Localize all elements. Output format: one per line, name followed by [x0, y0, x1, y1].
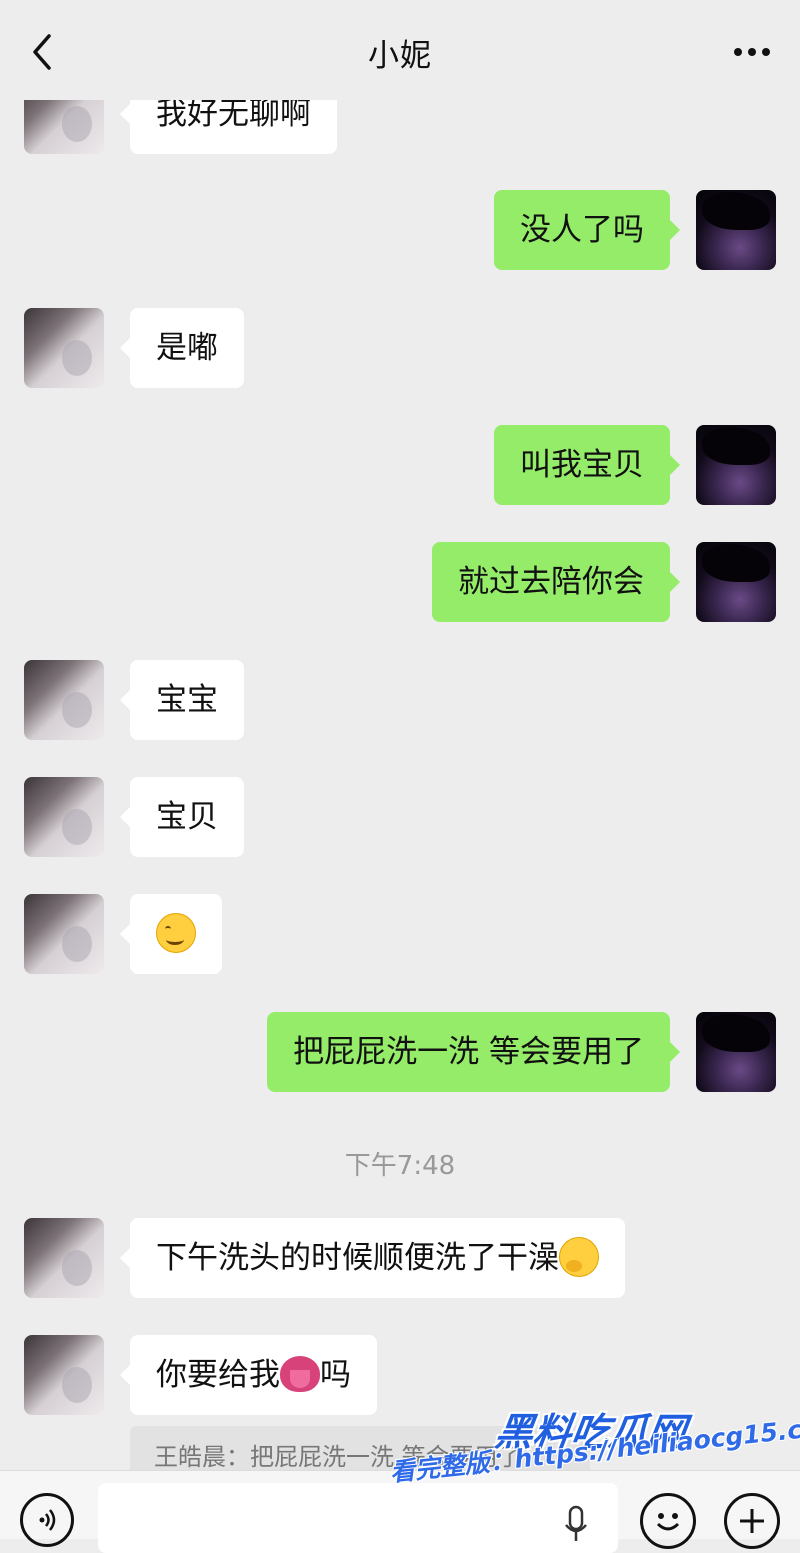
message-text: 就过去陪你会 — [458, 564, 644, 600]
message-bubble-incoming[interactable] — [120, 894, 222, 974]
message-bubble-outgoing[interactable]: 就过去陪你会 — [432, 542, 680, 622]
message-text: 宝贝 — [156, 799, 218, 835]
message-bubble-outgoing[interactable]: 没人了吗 — [494, 190, 680, 270]
message-bubble-outgoing[interactable]: 叫我宝贝 — [494, 425, 680, 505]
contact-avatar[interactable] — [24, 777, 104, 857]
message-text: 我好无聊啊 — [156, 96, 311, 132]
my-avatar[interactable] — [696, 190, 776, 270]
contact-avatar[interactable] — [24, 1218, 104, 1298]
message-text-suffix: 吗 — [320, 1357, 351, 1393]
plus-button[interactable] — [724, 1493, 780, 1549]
voice-button[interactable] — [20, 1493, 74, 1547]
tongue-emoji-icon — [280, 1355, 320, 1392]
contact-avatar[interactable] — [24, 894, 104, 974]
message-bubble-incoming[interactable]: 是嘟 — [120, 308, 244, 388]
emoji-icon — [656, 1513, 680, 1531]
more-button[interactable] — [724, 30, 780, 74]
my-avatar[interactable] — [696, 425, 776, 505]
my-avatar[interactable] — [696, 1012, 776, 1092]
input-toolbar — [0, 1470, 800, 1553]
message-bubble-incoming[interactable]: 你要给我 吗 — [120, 1335, 377, 1415]
chat-title: 小妮 — [368, 38, 432, 74]
chat-header: 小妮 — [0, 0, 800, 100]
my-avatar[interactable] — [696, 542, 776, 622]
emoji-button[interactable] — [640, 1493, 696, 1549]
message-bubble-incoming[interactable]: 下午洗头的时候顺便洗了干澡 — [120, 1218, 625, 1298]
message-bubble-incoming[interactable]: 宝贝 — [120, 777, 244, 857]
message-text: 没人了吗 — [520, 212, 644, 248]
thinking-face-emoji-icon — [559, 1236, 599, 1277]
contact-avatar[interactable] — [24, 308, 104, 388]
quoted-message-text: 王皓晨：把屁屁洗一洗 等会要用了 — [154, 1443, 522, 1471]
message-input[interactable] — [98, 1483, 618, 1553]
message-text: 你要给我 — [156, 1357, 280, 1393]
message-text: 下午洗头的时候顺便洗了干澡 — [156, 1240, 559, 1276]
message-text: 把屁屁洗一洗 等会要用了 — [293, 1034, 644, 1070]
contact-avatar[interactable] — [24, 1335, 104, 1415]
mic-icon[interactable] — [564, 1505, 588, 1545]
message-bubble-incoming[interactable]: 宝宝 — [120, 660, 244, 740]
message-text: 宝宝 — [156, 682, 218, 718]
message-text: 是嘟 — [156, 330, 218, 366]
message-timestamp: 下午7:48 — [344, 1151, 456, 1181]
message-bubble-outgoing[interactable]: 把屁屁洗一洗 等会要用了 — [267, 1012, 680, 1092]
contact-avatar[interactable] — [24, 660, 104, 740]
message-text: 叫我宝贝 — [520, 447, 644, 483]
more-dots-icon — [734, 48, 770, 56]
blush-smile-emoji-icon — [156, 912, 196, 953]
voice-icon — [39, 1509, 56, 1531]
plus-icon — [740, 1509, 764, 1533]
